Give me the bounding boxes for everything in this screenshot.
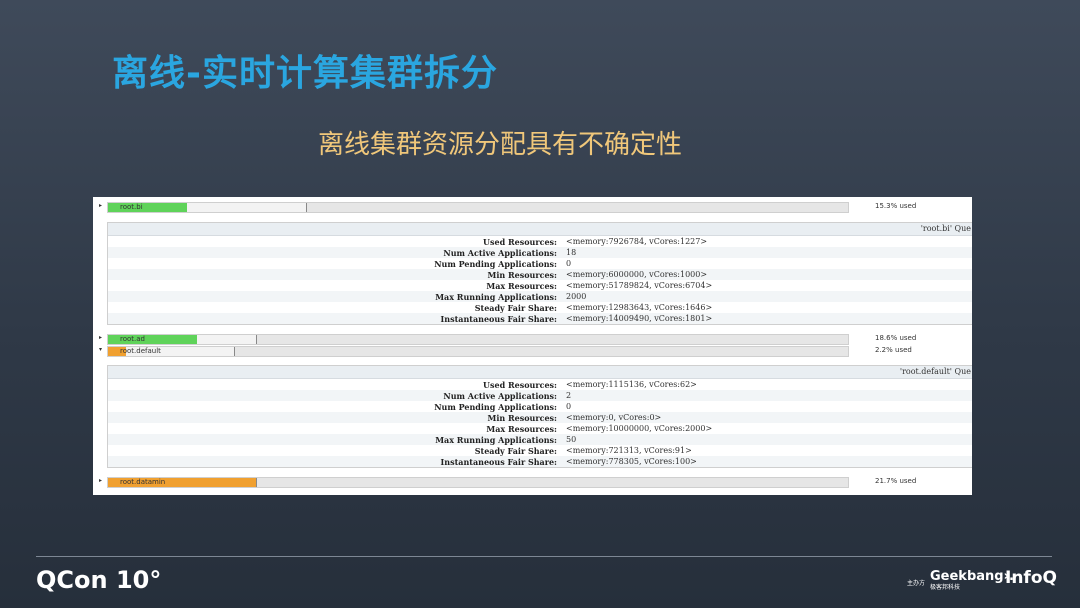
queue-bar: root.bi [107,202,849,213]
expand-arrow-icon[interactable]: ▸ [99,334,102,341]
info-row: Num Pending Applications: 0 [108,401,972,412]
info-key: Steady Fair Share: [474,303,557,313]
info-row: Used Resources: <memory:7926784, vCores:1… [108,236,972,247]
collapse-arrow-icon[interactable]: ▾ [99,346,102,353]
queue-row[interactable]: ▾ root.default 2.2% used [93,345,972,357]
info-key: Max Running Applications: [435,292,557,302]
info-value: <memory:10000000, vCores:2000> [566,424,713,433]
yarn-scheduler-screenshot: ▸ root.bi 15.3% used 'root.bi' Que Used … [93,197,972,495]
info-key: Max Resources: [486,281,557,291]
info-value: <memory:12983643, vCores:1646> [566,303,713,312]
info-key: Steady Fair Share: [474,446,557,456]
geekbang-cn-name: 极客邦科技 [930,584,961,591]
info-value: 18 [566,248,577,257]
info-row: Min Resources: <memory:0, vCores:0> [108,412,972,423]
info-row: Instantaneous Fair Share: <memory:1400949… [108,313,972,324]
queue-bar: root.ad [107,334,849,345]
info-row: Instantaneous Fair Share: <memory:778305,… [108,456,972,467]
footer-divider [36,556,1052,557]
info-row: Used Resources: <memory:1115136, vCores:6… [108,379,972,390]
info-value: 2000 [566,292,587,301]
queue-name: root.default [120,347,161,355]
infoq-logo: InfoQ [1005,568,1057,588]
info-value: <memory:1115136, vCores:62> [566,380,697,389]
queue-name: root.datamin [120,478,166,486]
geekbang-logo: Geekbang›. 极客邦科技 [930,570,1014,592]
queue-info-rows: Used Resources: <memory:7926784, vCores:1… [108,236,972,324]
info-value: <memory:721313, vCores:91> [566,446,692,455]
info-key: Instantaneous Fair Share: [440,314,557,324]
qcon-logo: QCon 10° [36,566,162,594]
queue-row[interactable]: ▸ root.bi 15.3% used [93,201,972,213]
slide-subtitle: 离线集群资源分配具有不确定性 [318,130,683,160]
info-key: Num Active Applications: [443,391,557,401]
queue-info-header: 'root.default' Que [108,366,972,379]
info-row: Steady Fair Share: <memory:12983643, vCor… [108,302,972,313]
queue-info-title: 'root.bi' Que [920,224,971,233]
queue-row[interactable]: ▸ root.datamin 21.7% used [93,476,972,488]
info-value: <memory:778305, vCores:100> [566,457,697,466]
info-row: Num Active Applications: 2 [108,390,972,401]
queue-info-table: 'root.default' Que Used Resources: <memor… [107,365,972,468]
info-key: Used Resources: [483,237,557,247]
info-row: Max Resources: <memory:10000000, vCores:2… [108,423,972,434]
expand-arrow-icon[interactable]: ▸ [99,202,102,209]
info-value: 0 [566,259,572,268]
info-key: Instantaneous Fair Share: [440,457,557,467]
queue-used: 21.7% used [875,477,917,485]
info-key: Num Active Applications: [443,248,557,258]
queue-bar: root.default [107,346,849,357]
queue-row[interactable]: ▸ root.ad 18.6% used [93,333,972,345]
info-key: Num Pending Applications: [434,259,557,269]
queue-name: root.bi [120,203,143,211]
info-value: <memory:7926784, vCores:1227> [566,237,708,246]
info-key: Min Resources: [487,413,557,423]
info-key: Max Resources: [486,424,557,434]
info-value: <memory:51789824, vCores:6704> [566,281,713,290]
info-row: Max Resources: <memory:51789824, vCores:6… [108,280,972,291]
info-row: Max Running Applications: 2000 [108,291,972,302]
queue-name: root.ad [120,335,145,343]
info-row: Max Running Applications: 50 [108,434,972,445]
info-key: Used Resources: [483,380,557,390]
info-key: Num Pending Applications: [434,402,557,412]
info-key: Max Running Applications: [435,435,557,445]
queue-info-rows: Used Resources: <memory:1115136, vCores:6… [108,379,972,467]
slide-title: 离线-实时计算集群拆分 [112,53,498,94]
info-value: <memory:6000000, vCores:1000> [566,270,708,279]
queue-info-title: 'root.default' Que [899,367,971,376]
queue-used: 18.6% used [875,334,917,342]
info-row: Num Pending Applications: 0 [108,258,972,269]
expand-arrow-icon[interactable]: ▸ [99,477,102,484]
host-label: 主办方 [907,580,926,587]
info-value: <memory:0, vCores:0> [566,413,662,422]
info-value: 2 [566,391,572,400]
geekbang-name: Geekbang›. [930,569,1014,584]
queue-info-table: 'root.bi' Que Used Resources: <memory:792… [107,222,972,325]
info-row: Steady Fair Share: <memory:721313, vCores… [108,445,972,456]
info-value: <memory:14009490, vCores:1801> [566,314,713,323]
queue-info-header: 'root.bi' Que [108,223,972,236]
queue-used: 2.2% used [875,346,912,354]
info-key: Min Resources: [487,270,557,280]
info-row: Min Resources: <memory:6000000, vCores:10… [108,269,972,280]
info-row: Num Active Applications: 18 [108,247,972,258]
queue-bar: root.datamin [107,477,849,488]
info-value: 50 [566,435,577,444]
info-value: 0 [566,402,572,411]
queue-used: 15.3% used [875,202,917,210]
